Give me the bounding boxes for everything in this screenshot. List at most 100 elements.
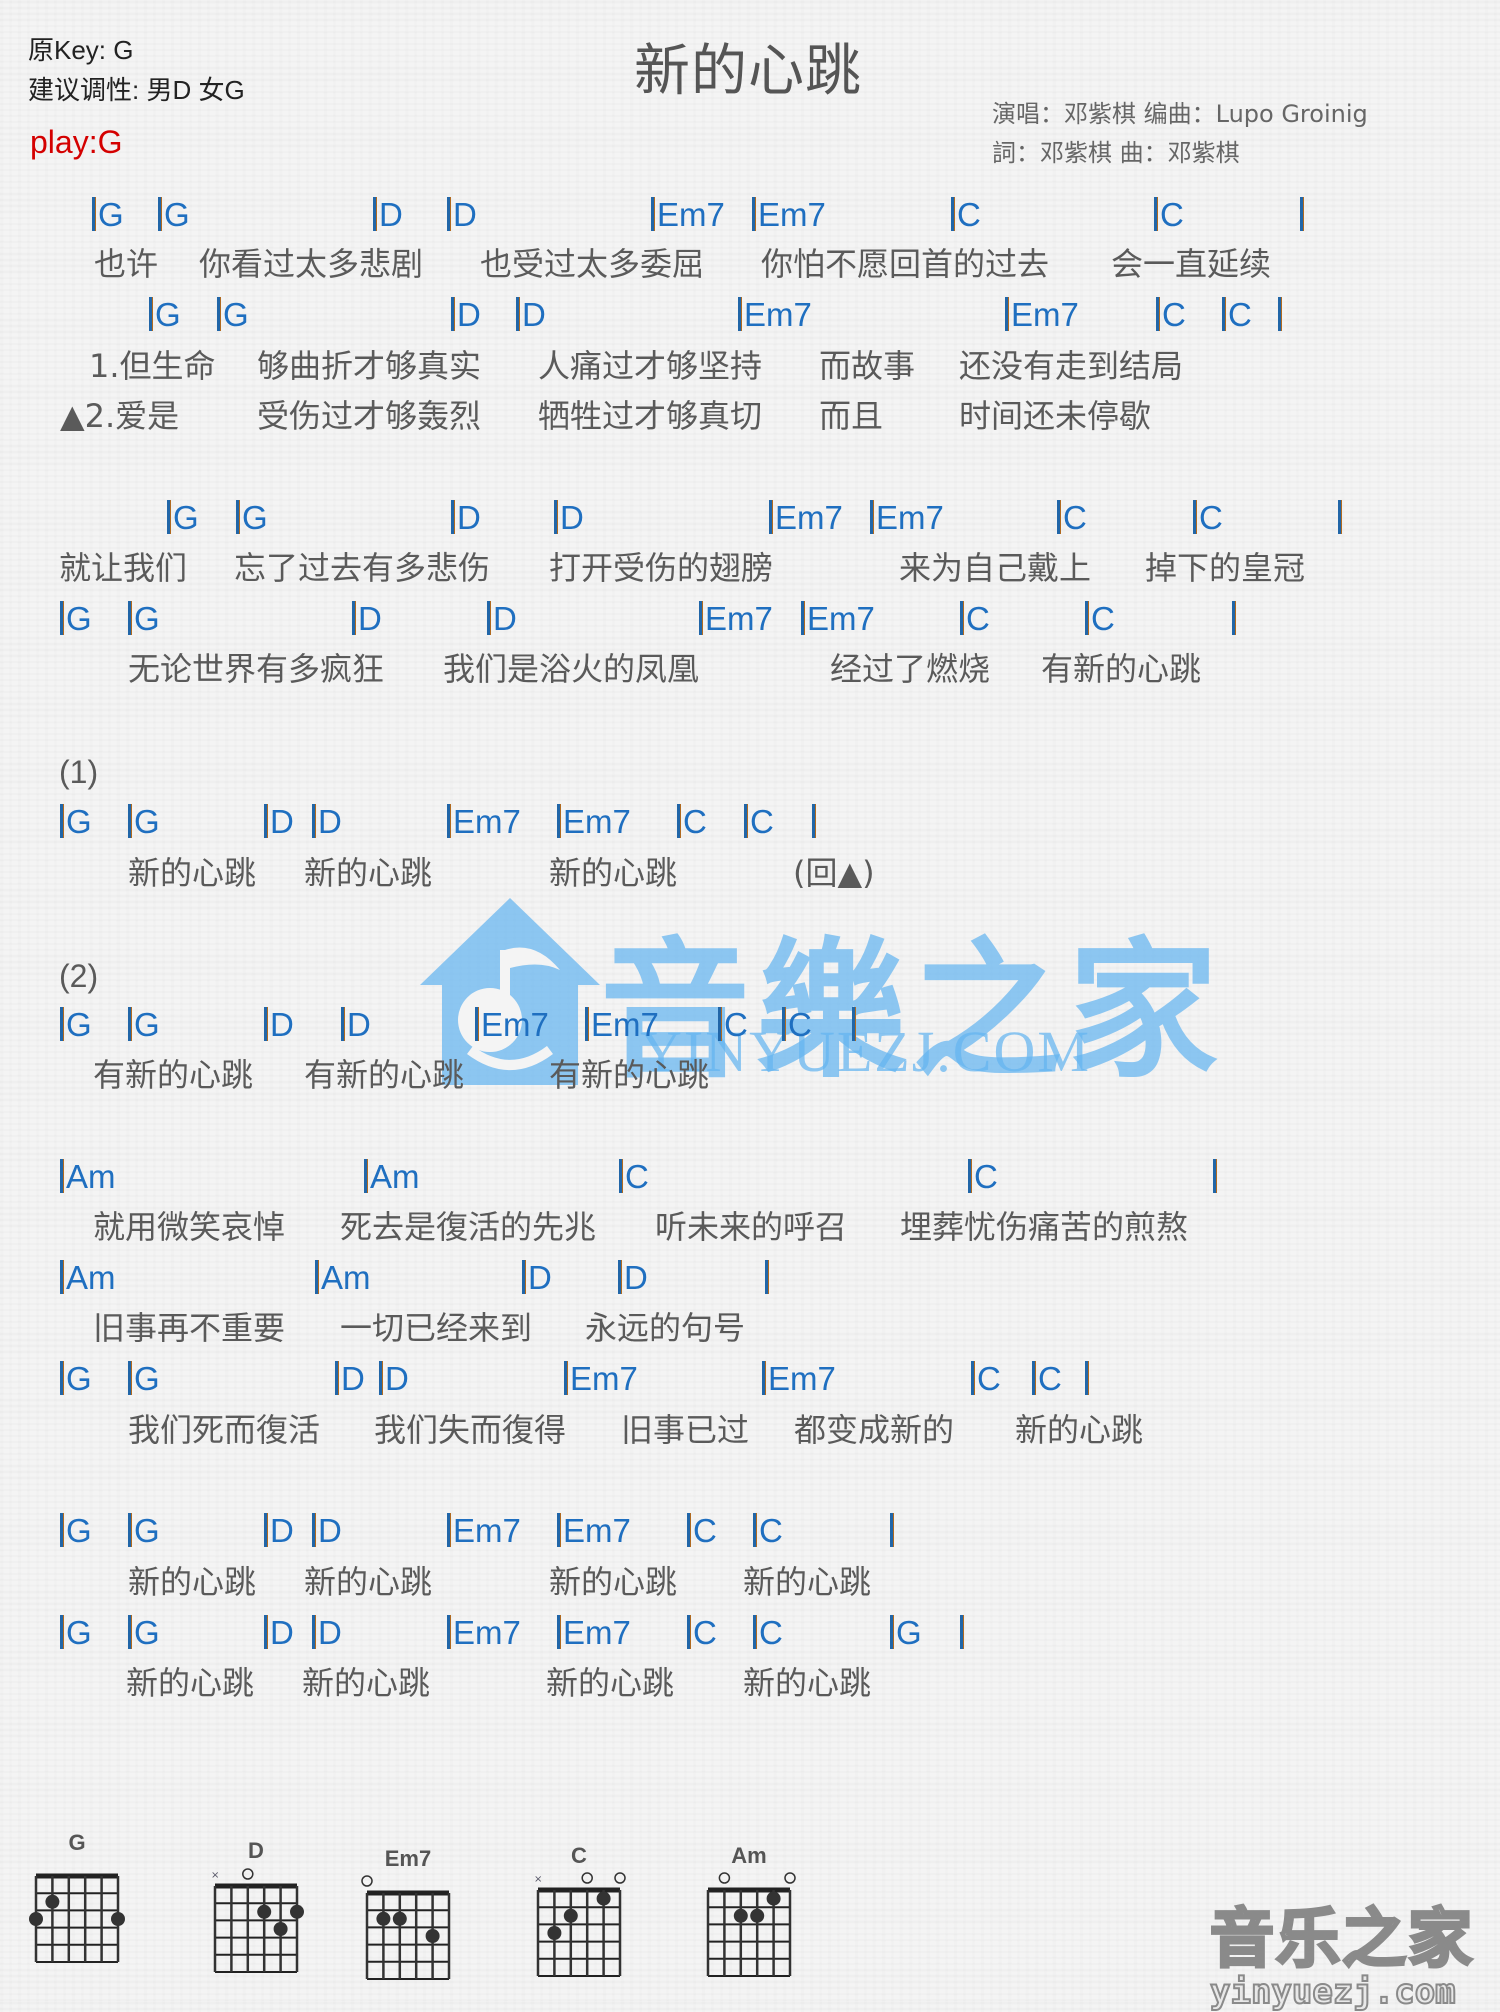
chord-name: D: [347, 1006, 371, 1043]
chord-symbol: D: [352, 599, 382, 639]
chord-name: G: [164, 196, 190, 233]
chord-symbol: D: [373, 195, 403, 235]
lyric-phrase: 旧事再不重要: [93, 1309, 286, 1347]
chord-symbol: Em7: [557, 1613, 631, 1653]
chord-symbol: D: [264, 1613, 294, 1653]
chord-diagram-em7: [361, 1875, 451, 1980]
finger-dot: [273, 1922, 288, 1936]
bar-line-icon: [128, 1361, 132, 1395]
bar-line-icon: [1085, 601, 1089, 635]
chord-name: C: [1228, 296, 1252, 333]
bar-line-icon: [651, 197, 655, 231]
bar-line-icon: [1278, 297, 1282, 331]
chord-symbol: Em7: [557, 1511, 631, 1551]
chord-name: Em7: [768, 1360, 836, 1397]
chord-name: G: [896, 1614, 922, 1651]
chord-symbol: Am: [364, 1157, 420, 1197]
bar-line-icon: [1338, 500, 1342, 534]
chord-name: G: [66, 1006, 92, 1043]
chord-symbol: D: [447, 195, 477, 235]
lyric-phrase: 新的心跳: [304, 1563, 433, 1601]
open-string-icon: [581, 1872, 593, 1884]
bar-line-icon: [554, 500, 558, 534]
chord-name: G: [134, 1614, 160, 1651]
bar-line-icon: [687, 1615, 691, 1649]
credits-performer-arranger: 演唱：邓紫棋 编曲：Lupo Groinig: [992, 100, 1368, 128]
chord-symbol: G: [60, 1511, 92, 1551]
section-marker-2: (2): [59, 958, 99, 994]
bar-line-icon: [335, 1361, 339, 1395]
muted-string-icon: ×: [534, 1874, 542, 1885]
bar-line-icon: [447, 1615, 451, 1649]
bar-line-icon: [60, 1361, 64, 1395]
finger-dot: [392, 1911, 407, 1926]
chord-name: D: [358, 600, 382, 637]
chord-name: C: [1063, 499, 1087, 536]
bar-line-icon: [312, 1615, 316, 1649]
lyric-phrase: 1.但生命: [89, 347, 216, 385]
bar-line-icon: [812, 804, 816, 838]
bar-line-icon: [447, 1513, 451, 1547]
lyric-phrase: 会一直延续: [1111, 245, 1272, 283]
chord-name: G: [66, 1614, 92, 1651]
bar-line-icon: [60, 1007, 64, 1041]
bar-line-icon: [516, 297, 520, 331]
lyric-phrase: 你怕不愿回首的过去: [761, 245, 1050, 283]
chord-symbol: C: [951, 195, 981, 235]
chord-symbol: Em7: [738, 295, 812, 335]
chord-symbol: C: [687, 1511, 717, 1551]
chord-name: D: [270, 1614, 294, 1651]
chord-symbol: C: [1193, 498, 1223, 538]
bar-line-icon: [60, 1513, 64, 1547]
bar-line-icon: [557, 1615, 561, 1649]
bar-line-icon: [968, 1159, 972, 1193]
lyric-phrase: 我们是浴火的凤凰: [443, 650, 700, 688]
chord-symbol: Em7: [1005, 295, 1079, 335]
chord-name: G: [134, 1512, 160, 1549]
bar-line-icon: [753, 1513, 757, 1547]
bar-line-icon: [557, 804, 561, 838]
chord-name: C: [693, 1614, 717, 1651]
bar-line-icon: [264, 1615, 268, 1649]
chord-name: D: [453, 196, 477, 233]
lyric-phrase: 经过了燃烧: [830, 650, 991, 688]
bar-line-icon: [801, 601, 805, 635]
chord-symbol: Em7: [769, 498, 843, 538]
chord-symbol: C: [1154, 195, 1184, 235]
open-string-icon: [784, 1872, 796, 1884]
chord-name: D: [379, 196, 403, 233]
chord-name: C: [977, 1360, 1001, 1397]
bar-line-icon: [564, 1361, 568, 1395]
footer-logo: 音乐之家 yinyuezj.com: [1209, 1888, 1474, 2012]
chord-symbol: G: [217, 295, 249, 335]
finger-dot: [376, 1911, 391, 1926]
finger-dot: [766, 1891, 781, 1906]
chord-symbol: Em7: [801, 599, 875, 639]
chord-name: Em7: [563, 803, 631, 840]
chord-symbol: D: [451, 498, 481, 538]
lyric-phrase: 新的心跳: [126, 1664, 255, 1702]
chord-name: D: [522, 296, 546, 333]
chord-name: Em7: [563, 1614, 631, 1651]
lyric-phrase: 人痛过才够坚持: [538, 347, 763, 385]
finger-dot: [596, 1891, 611, 1906]
chord-symbol: C: [1222, 295, 1252, 335]
chord-symbol: G: [128, 1359, 160, 1399]
bar-line-icon: [92, 197, 96, 231]
finger-dot: [563, 1908, 578, 1923]
chord-symbol: D: [379, 1359, 409, 1399]
bar-line-icon: [1032, 1361, 1036, 1395]
chord-symbol: G: [167, 498, 199, 538]
chord-symbol: G: [60, 1359, 92, 1399]
bar-line-icon: [128, 804, 132, 838]
chord-symbol: C: [677, 802, 707, 842]
chord-name: D: [318, 1512, 342, 1549]
chord-name: G: [66, 600, 92, 637]
bar-line-icon: [236, 500, 240, 534]
chord-name: G: [66, 1360, 92, 1397]
chord-name: C: [1038, 1360, 1062, 1397]
lyric-phrase: 一切已经来到: [340, 1309, 533, 1347]
bar-line-icon: [1156, 297, 1160, 331]
bar-line-icon: [364, 1159, 368, 1193]
bar-line-icon: [718, 1007, 722, 1041]
